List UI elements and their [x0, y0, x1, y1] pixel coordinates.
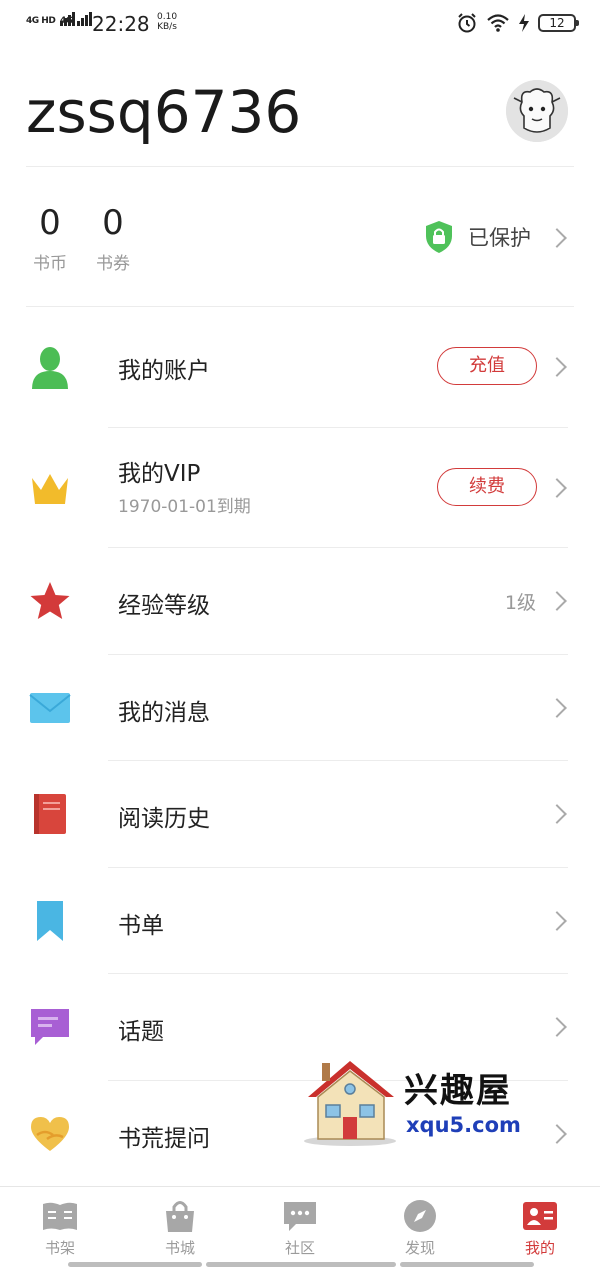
- coins-label: 书币: [33, 254, 67, 274]
- nav-community-label: 社区: [284, 1239, 315, 1257]
- menu-item-messages[interactable]: 我的消息: [0, 655, 600, 761]
- menu-item-topics-title: 话题: [118, 1019, 164, 1045]
- vouchers-label: 书券: [96, 254, 130, 274]
- envelope-icon: [28, 686, 72, 730]
- charging-icon: [519, 14, 529, 32]
- star-icon: [28, 579, 72, 623]
- nav-discover[interactable]: 发现: [360, 1199, 480, 1258]
- home-indicator: [68, 1262, 202, 1267]
- battery-level: 12: [549, 16, 565, 30]
- avatar-image: [506, 80, 568, 142]
- menu-item-account[interactable]: 我的账户 充值: [0, 307, 600, 427]
- speed-value: 0.10: [157, 12, 178, 22]
- compass-icon: [402, 1199, 438, 1233]
- chevron-right-icon: [547, 911, 567, 931]
- chevron-right-icon: [547, 1017, 567, 1037]
- menu-item-history-title: 阅读历史: [118, 806, 210, 832]
- signal-label: 4G HD: [26, 16, 56, 26]
- status-icons: 12: [456, 12, 579, 34]
- menu-item-booklist[interactable]: 书单: [0, 868, 600, 974]
- vouchers-value: 0: [102, 203, 124, 243]
- recharge-button[interactable]: 充值: [437, 347, 537, 385]
- renew-button[interactable]: 续费: [437, 468, 537, 506]
- nav-bookshelf[interactable]: 书架: [0, 1199, 120, 1258]
- nav-bookstore[interactable]: 书城: [120, 1199, 240, 1258]
- signal-label-2: 4G: [60, 16, 73, 26]
- network-speed: 0.10 KB/s: [157, 12, 177, 32]
- account-protection[interactable]: 已保护: [424, 220, 531, 254]
- watermark-url: xqu5.com: [406, 1113, 521, 1137]
- bottom-navigation: 书架 书城 社区 发现 我的: [0, 1186, 600, 1267]
- vouchers-stat[interactable]: 0 书券: [93, 203, 133, 274]
- clock: 22:28: [92, 12, 150, 36]
- bookmark-icon: [28, 899, 72, 943]
- coins-stat[interactable]: 0 书币: [30, 203, 70, 274]
- vip-expiry: 1970-01-01到期: [118, 497, 251, 517]
- shield-icon: [426, 221, 452, 253]
- nav-discover-label: 发现: [404, 1239, 435, 1257]
- protection-label: 已保护: [468, 226, 531, 250]
- username: zssq6736: [26, 78, 302, 146]
- protection-chevron-icon: [547, 228, 567, 248]
- menu-item-account-title: 我的账户: [118, 358, 210, 384]
- nav-bookstore-label: 书城: [164, 1239, 195, 1257]
- chevron-right-icon: [547, 698, 567, 718]
- nav-bookshelf-label: 书架: [44, 1239, 75, 1257]
- battery-indicator: 12: [538, 14, 579, 32]
- status-bar: 4G HD 4G 22:28 0.10 KB/s 12: [0, 0, 600, 48]
- bookshelf-icon: [42, 1199, 78, 1233]
- heart-hands-icon: [28, 1112, 72, 1156]
- alarm-icon: [458, 13, 476, 33]
- menu-item-vip-title: 我的VIP: [118, 461, 201, 487]
- menu-item-vip[interactable]: 我的VIP 1970-01-01到期 续费: [0, 428, 600, 548]
- book-icon: [28, 792, 72, 836]
- house-logo-icon: [304, 1061, 396, 1146]
- menu-item-level[interactable]: 经验等级 1级: [0, 548, 600, 654]
- watermark: 兴趣屋 xqu5.com: [300, 1055, 530, 1155]
- chevron-right-icon: [547, 478, 567, 498]
- avatar[interactable]: [506, 80, 568, 142]
- signal-icon-2: 4G: [60, 12, 93, 26]
- home-indicator: [206, 1262, 396, 1267]
- chevron-right-icon: [547, 591, 567, 611]
- menu-item-level-title: 经验等级: [118, 593, 210, 619]
- nav-profile[interactable]: 我的: [480, 1199, 600, 1258]
- wifi-icon: [487, 14, 509, 32]
- shopping-bag-icon: [162, 1199, 198, 1233]
- menu-item-questions-title: 书荒提问: [118, 1126, 210, 1152]
- coins-value: 0: [39, 203, 61, 243]
- chevron-right-icon: [547, 357, 567, 377]
- watermark-title: 兴趣屋: [404, 1071, 512, 1111]
- menu-item-history[interactable]: 阅读历史: [0, 761, 600, 867]
- home-indicator: [400, 1262, 534, 1267]
- nav-profile-label: 我的: [524, 1239, 555, 1257]
- chevron-right-icon: [547, 804, 567, 824]
- speed-unit: KB/s: [157, 22, 177, 32]
- menu-item-messages-title: 我的消息: [118, 700, 210, 726]
- profile-card-icon: [522, 1199, 558, 1233]
- header-divider: [26, 166, 574, 167]
- menu-item-booklist-title: 书单: [118, 913, 164, 939]
- chat-bubble-icon: [28, 1005, 72, 1049]
- nav-community[interactable]: 社区: [240, 1199, 360, 1258]
- person-icon: [28, 345, 72, 389]
- level-value: 1级: [504, 592, 536, 614]
- chevron-right-icon: [547, 1124, 567, 1144]
- community-chat-icon: [282, 1199, 318, 1233]
- crown-icon: [28, 466, 72, 510]
